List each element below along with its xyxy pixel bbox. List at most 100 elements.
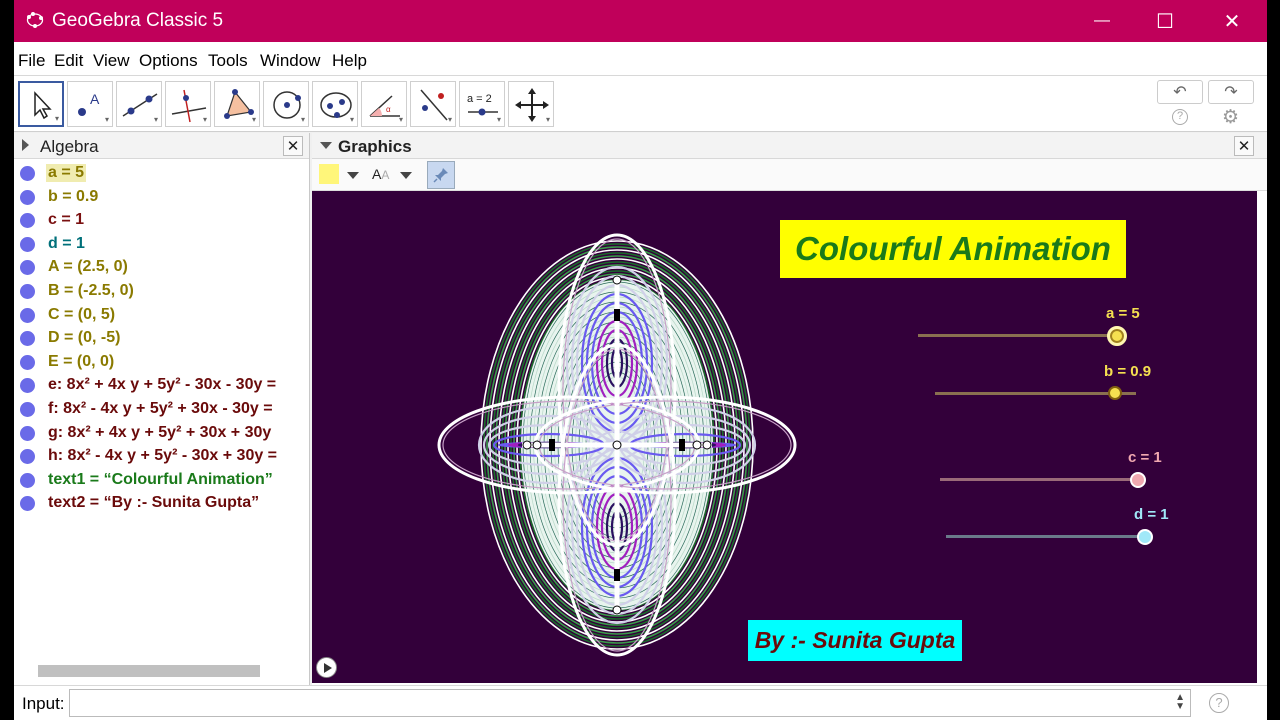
title-text-box[interactable]: Colourful Animation [780,220,1126,278]
angle-tool-button[interactable]: α ▾ [361,81,407,127]
settings-gear-icon[interactable]: ⚙ [1222,106,1239,129]
slider-a[interactable] [918,334,1118,337]
slider-c-handle[interactable] [1130,472,1146,488]
help-icon[interactable]: ? [1172,109,1188,125]
slider-d-handle[interactable] [1137,529,1153,545]
menu-window[interactable]: Window [260,51,320,71]
close-graphics-button[interactable]: ✕ [1234,136,1254,156]
algebra-item-text: text2 = “By :- Sunita Gupta” [48,494,260,512]
slider-a-handle[interactable] [1107,326,1127,346]
menu-options[interactable]: Options [139,51,198,71]
visibility-toggle-icon[interactable] [20,354,35,370]
algebra-item[interactable]: D = (0, -5) [14,327,310,350]
algebra-item[interactable]: text1 = “Colourful Animation” [14,469,310,492]
slider-a-label: a = 5 [1106,305,1140,322]
algebra-item-text: C = (0, 5) [48,305,116,323]
stepper-icon[interactable]: ▲ ▼ [1175,693,1185,712]
help-icon[interactable]: ? [1209,693,1229,713]
algebra-item[interactable]: h: 8x² - 4x y + 5y² - 30x + 30y = [14,445,310,468]
algebra-item[interactable]: C = (0, 5) [14,304,310,327]
minimize-button[interactable]: — [1067,0,1137,42]
visibility-toggle-icon[interactable] [20,331,35,347]
color-swatch-button[interactable] [319,164,339,184]
visibility-toggle-icon[interactable] [20,236,35,252]
slider-b[interactable] [935,392,1136,395]
close-window-button[interactable]: ✕ [1197,0,1267,42]
graphics-canvas[interactable]: Colourful Animation By :- Sunita Gupta a… [312,191,1257,683]
algebra-item[interactable]: f: 8x² - 4x y + 5y² + 30x - 30y = [14,398,310,421]
algebra-item-text: E = (0, 0) [48,352,115,370]
ellipse-pattern [437,233,797,657]
visibility-toggle-icon[interactable] [20,425,35,441]
circle-tool-button[interactable]: ▾ [263,81,309,127]
author-text-box[interactable]: By :- Sunita Gupta [748,620,962,661]
visibility-toggle-icon[interactable] [20,472,35,488]
visibility-toggle-icon[interactable] [20,378,35,394]
input-field[interactable]: ▲ ▼ [69,689,1191,717]
visibility-toggle-icon[interactable] [20,496,35,512]
collapse-arrow-icon[interactable] [22,139,29,151]
svg-text:a = 2: a = 2 [467,93,492,105]
menu-bar: File Edit View Options Tools Window Help [14,42,1267,76]
visibility-toggle-icon[interactable] [20,213,35,229]
menu-view[interactable]: View [93,51,130,71]
geogebra-window: GeoGebra Classic 5 — ☐ ✕ File Edit View … [14,0,1267,720]
menu-file[interactable]: File [18,51,45,71]
slider-b-handle[interactable] [1108,386,1122,400]
algebra-item[interactable]: A = (2.5, 0) [14,256,310,279]
visibility-toggle-icon[interactable] [20,189,35,205]
algebra-item[interactable]: b = 0.9 [14,186,310,209]
ellipse-tool-button[interactable]: ▾ [312,81,358,127]
point-tool-button[interactable]: A ▾ [67,81,113,127]
redo-button[interactable]: ↷ [1208,80,1254,104]
polygon-tool-button[interactable]: ▾ [214,81,260,127]
slider-d[interactable] [946,535,1146,538]
undo-button[interactable]: ↶ [1157,80,1203,104]
menu-edit[interactable]: Edit [54,51,83,71]
menu-tools[interactable]: Tools [208,51,248,71]
move-view-tool-button[interactable]: ▾ [508,81,554,127]
algebra-item[interactable]: d = 1 [14,233,310,256]
toolbar: ▾ A ▾ ▾ ▾ ▾ ▾ ▾ α ▾ ▾ a = 2 ▾ ▾ ↶ ↷ ? ⚙ [14,76,1267,132]
graphics-header: Graphics ✕ [312,133,1267,159]
horizontal-scrollbar[interactable] [38,665,260,677]
perpendicular-tool-button[interactable]: ▾ [165,81,211,127]
style-bar: AA [312,159,1267,191]
title-text: Colourful Animation [795,230,1111,267]
algebra-item[interactable]: g: 8x² + 4x y + 5y² + 30x + 30y [14,422,310,445]
visibility-toggle-icon[interactable] [20,284,35,299]
algebra-item[interactable]: e: 8x² + 4x y + 5y² - 30x - 30y = [14,374,310,397]
chevron-down-icon[interactable] [347,172,359,179]
algebra-item-text: f: 8x² - 4x y + 5y² + 30x - 30y = [48,400,273,417]
line-tool-button[interactable]: ▾ [116,81,162,127]
move-tool-button[interactable]: ▾ [18,81,64,127]
pin-button[interactable] [427,161,455,189]
visibility-toggle-icon[interactable] [20,260,35,276]
visibility-toggle-icon[interactable] [20,449,35,465]
minimize-icon: — [1094,12,1110,29]
author-text: By :- Sunita Gupta [754,627,956,653]
collapse-arrow-icon[interactable] [320,142,332,149]
menu-help[interactable]: Help [332,51,367,71]
algebra-item[interactable]: text2 = “By :- Sunita Gupta” [14,492,310,515]
visibility-toggle-icon[interactable] [20,307,35,323]
chevron-down-icon[interactable] [400,172,412,179]
slider-c[interactable] [940,478,1140,481]
close-algebra-button[interactable]: ✕ [283,136,303,156]
visibility-toggle-icon[interactable] [20,166,35,181]
undo-icon: ↶ [1173,84,1187,101]
slider-tool-button[interactable]: a = 2 ▾ [459,81,505,127]
play-animation-button[interactable] [316,657,337,678]
graphics-title: Graphics [338,137,412,156]
slider-c-label: c = 1 [1128,449,1162,466]
algebra-item-text: d = 1 [48,234,85,252]
algebra-item[interactable]: E = (0, 0) [14,351,310,374]
visibility-toggle-icon[interactable] [20,402,35,417]
maximize-button[interactable]: ☐ [1130,0,1200,42]
reflect-tool-button[interactable]: ▾ [410,81,456,127]
redo-icon: ↷ [1224,84,1238,101]
algebra-item[interactable]: a = 5 [14,162,310,185]
text-style-icon[interactable]: AA [372,166,389,182]
algebra-item[interactable]: c = 1 [14,209,310,232]
algebra-item[interactable]: B = (-2.5, 0) [14,280,310,303]
